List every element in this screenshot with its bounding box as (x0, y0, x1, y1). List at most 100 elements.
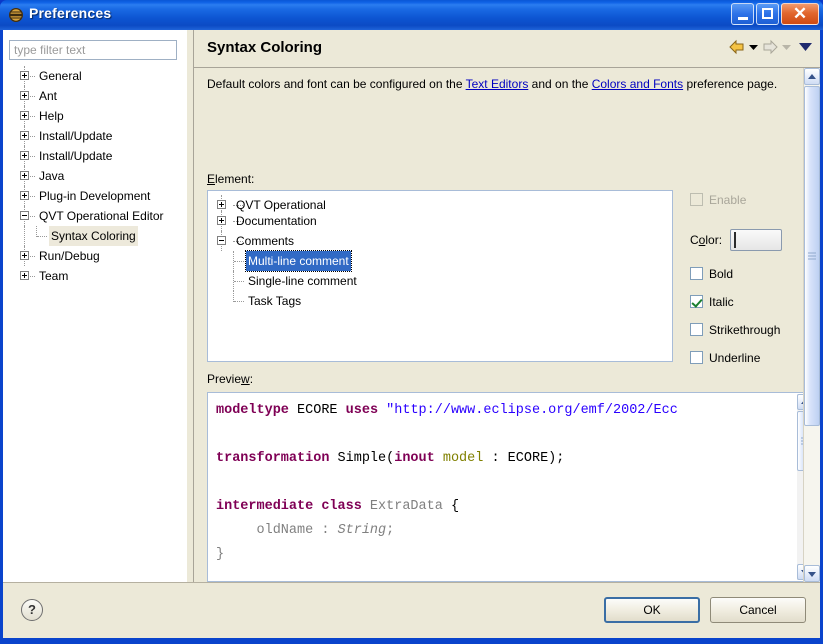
sidebar-item-label: Run/Debug (39, 249, 100, 263)
preferences-dialog: Preferences ✕ General (0, 0, 823, 644)
italic-checkbox[interactable] (690, 295, 703, 308)
code-keyword: intermediate class (216, 499, 362, 514)
sidebar-item-label: Install/Update (39, 149, 113, 163)
strikethrough-checkbox[interactable] (690, 323, 703, 336)
preview-code-box[interactable]: modeltype ECORE uses "http://www.eclipse… (207, 392, 815, 582)
page-title: Syntax Coloring (207, 39, 323, 56)
element-row-label: Comments (236, 234, 295, 248)
window-title: Preferences (29, 5, 112, 21)
expander-icon[interactable] (20, 171, 29, 180)
sidebar-item-help[interactable]: Help (3, 106, 187, 126)
code-string: "http://www.eclipse.org/emf/2002/Ecc (378, 403, 678, 418)
element-row-multi-line-comment[interactable]: Multi-line comment (208, 250, 672, 272)
page-scroll-down-button[interactable] (804, 565, 820, 582)
element-row-documentation[interactable]: Documentation (208, 211, 672, 231)
description-part-2: and on the (528, 77, 592, 91)
page-nav-toolbar (728, 39, 812, 55)
expander-icon[interactable] (20, 131, 29, 140)
expander-icon[interactable] (20, 71, 29, 80)
scrollbar-grip-icon (808, 252, 816, 260)
sidebar-item-label: Install/Update (39, 129, 113, 143)
expander-icon[interactable] (20, 91, 29, 100)
strikethrough-label: Strikethrough (709, 323, 781, 337)
chevron-up-icon (808, 73, 816, 79)
page-scrollbar-thumb[interactable] (804, 86, 820, 426)
code-plain: } (216, 547, 225, 562)
sidebar-item-syntax-coloring[interactable]: Syntax Coloring (3, 226, 187, 246)
tree-guide (24, 226, 26, 246)
code-type: ExtraData (361, 499, 443, 514)
underline-checkbox[interactable] (690, 351, 703, 364)
sidebar-item-team[interactable]: Team (3, 266, 187, 286)
maximize-button[interactable] (756, 3, 779, 25)
expander-icon[interactable] (20, 251, 29, 260)
maximize-icon (762, 8, 773, 19)
expander-icon[interactable] (20, 111, 29, 120)
description-part-1: Default colors and font can be configure… (207, 77, 466, 91)
code-identifier: oldName : (216, 523, 338, 538)
page-description: Default colors and font can be configure… (207, 75, 782, 93)
collapse-icon[interactable] (20, 211, 29, 220)
preference-tree-pane: General Ant Help (3, 30, 187, 602)
sidebar-item-qvt-operational-editor[interactable]: QVT Operational Editor (3, 206, 187, 226)
expander-icon[interactable] (217, 200, 226, 209)
code-plain: : ECORE); (483, 451, 565, 466)
expander-icon[interactable] (20, 191, 29, 200)
sidebar-item-ant[interactable]: Ant (3, 86, 187, 106)
element-row-single-line-comment[interactable]: Single-line comment (208, 271, 672, 291)
sidebar-item-label: Java (39, 169, 65, 183)
page-scroll-up-button[interactable] (804, 68, 820, 85)
filter-input[interactable] (9, 40, 177, 60)
code-plain: ; (386, 523, 395, 538)
back-arrow-icon[interactable] (728, 39, 746, 55)
color-swatch-button[interactable] (730, 229, 783, 251)
view-menu-icon[interactable] (799, 42, 812, 52)
window-border-bottom (0, 638, 823, 644)
preference-tree: General Ant Help Install/Update Install/… (3, 66, 187, 546)
sidebar-item-install-update-1[interactable]: Install/Update (3, 126, 187, 146)
code-keyword: transformation (216, 451, 330, 466)
preview-label: Preview: (207, 372, 254, 386)
element-tree[interactable]: QVT Operational Documentation Comments M… (207, 190, 673, 362)
sidebar-item-run-debug[interactable]: Run/Debug (3, 246, 187, 266)
minimize-icon (738, 17, 748, 20)
element-row-label: Documentation (236, 214, 317, 228)
sidebar-item-label: Team (39, 269, 69, 283)
color-swatch (734, 232, 737, 248)
tree-guide (234, 261, 244, 263)
color-row: Color: (690, 228, 783, 252)
text-editors-link[interactable]: Text Editors (466, 77, 529, 91)
window-titlebar: Preferences ✕ (0, 0, 823, 30)
code-variable: model (434, 451, 484, 466)
minimize-button[interactable] (731, 3, 754, 25)
colors-and-fonts-link[interactable]: Colors and Fonts (592, 77, 683, 91)
ok-button[interactable]: OK (604, 597, 700, 623)
expander-icon[interactable] (217, 216, 226, 225)
preview-code: modeltype ECORE uses "http://www.eclipse… (216, 399, 678, 581)
element-row-comments[interactable]: Comments (208, 231, 672, 251)
sidebar-item-install-update-2[interactable]: Install/Update (3, 146, 187, 166)
page-vertical-scrollbar[interactable] (803, 68, 820, 582)
bold-checkbox[interactable] (690, 267, 703, 280)
collapse-icon[interactable] (217, 236, 226, 245)
back-dropdown-icon[interactable] (749, 43, 758, 52)
eclipse-globe-icon (8, 7, 24, 23)
expander-icon[interactable] (20, 151, 29, 160)
sidebar-item-general[interactable]: General (3, 66, 187, 86)
enable-checkbox-row[interactable]: Enable (690, 190, 815, 210)
help-button[interactable]: ? (21, 599, 43, 621)
sidebar-item-plug-in-development[interactable]: Plug-in Development (3, 186, 187, 206)
color-label: Color: (690, 233, 723, 247)
enable-checkbox[interactable] (690, 193, 703, 206)
tree-guide (234, 301, 244, 303)
bold-label: Bold (709, 267, 734, 281)
element-row-task-tags[interactable]: Task Tags (208, 291, 672, 311)
expander-icon[interactable] (20, 271, 29, 280)
code-keyword: modeltype (216, 403, 289, 418)
close-button[interactable]: ✕ (781, 3, 819, 25)
code-keyword: inout (394, 451, 435, 466)
cancel-button[interactable]: Cancel (710, 597, 806, 623)
dialog-body: General Ant Help (3, 30, 820, 638)
element-row-label: Single-line comment (248, 274, 357, 288)
sidebar-item-java[interactable]: Java (3, 166, 187, 186)
